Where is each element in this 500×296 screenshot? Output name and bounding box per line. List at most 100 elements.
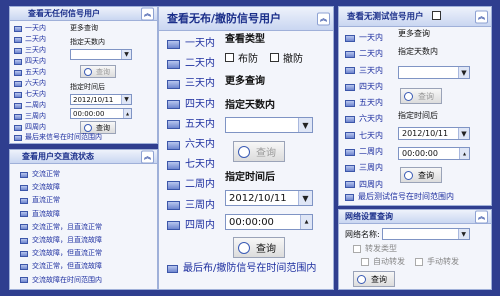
list-item-label: 二周内: [359, 147, 383, 157]
list-item[interactable]: 五天内: [14, 67, 46, 78]
list-item[interactable]: 四天内: [14, 56, 46, 67]
query-days-button[interactable]: 查询: [233, 141, 285, 162]
panel-no-arm-disarm-users: 查看无布/撤防信号用户 ︽ 一天内 二天内 三天内 四天内 五天内 六天内 七天内 二周内 三周…: [158, 6, 334, 290]
list-item-icon: [14, 69, 22, 76]
query-button-label: 查询: [96, 67, 110, 76]
list-item[interactable]: 交流故障，且直流故障: [20, 234, 102, 247]
list-item-label: 交流正常，但直流故障: [32, 262, 102, 271]
collapse-chevron-icon[interactable]: ︽: [317, 12, 330, 25]
list-item[interactable]: 四周内: [167, 216, 215, 236]
list-item[interactable]: 交流故障，但直流正常: [20, 247, 102, 260]
list-item-label: 直流正常: [32, 196, 60, 205]
auto-forward-checkbox[interactable]: [361, 257, 369, 266]
last-signal-in-range[interactable]: 最后来信号在时间范围内: [14, 132, 102, 143]
list-item[interactable]: 五天内: [345, 95, 383, 111]
collapse-chevron-icon[interactable]: ︽: [141, 7, 154, 20]
list-item-icon: [167, 80, 180, 89]
last-signal-in-range[interactable]: 最后测试信号在时间范围内: [345, 191, 454, 203]
view-type-label: 查看类型: [225, 34, 265, 45]
days-select[interactable]: ▼: [225, 117, 313, 133]
list-item[interactable]: 三天内: [167, 74, 215, 94]
list-item[interactable]: 六天内: [14, 78, 46, 89]
list-item-icon: [20, 250, 28, 257]
date-picker[interactable]: 2012/10/11 ▼: [398, 127, 470, 140]
list-item-icon: [20, 237, 28, 244]
list-item-label: 二天内: [185, 58, 215, 70]
query-time-button[interactable]: 查询: [233, 237, 285, 258]
header-checkbox[interactable]: [432, 11, 442, 20]
date-value: 2012/10/11: [229, 193, 287, 204]
list-item-icon: [20, 211, 28, 218]
list-item[interactable]: 四天内: [167, 95, 215, 115]
list-item[interactable]: 四天内: [345, 79, 383, 95]
list-item-label: 交流正常，且直流正常: [32, 222, 102, 231]
collapse-chevron-icon[interactable]: ︽: [141, 150, 154, 163]
list-item-icon: [345, 132, 355, 140]
list-item[interactable]: 直流正常: [20, 194, 102, 207]
list-item-icon: [20, 277, 28, 284]
list-item[interactable]: 二周内: [345, 144, 383, 160]
date-picker[interactable]: 2012/10/11 ▼: [225, 190, 313, 206]
list-item[interactable]: 七天内: [14, 89, 46, 100]
disarm-checkbox[interactable]: [270, 53, 279, 62]
forward-type-checkbox[interactable]: [353, 244, 361, 253]
list-item[interactable]: 七天内: [167, 155, 215, 175]
list-item[interactable]: 三周内: [345, 160, 383, 176]
list-item-label: 交流正常: [32, 170, 60, 178]
list-item[interactable]: 二周内: [14, 100, 46, 111]
list-item[interactable]: 一天内: [345, 30, 383, 46]
query-time-button[interactable]: 查询: [400, 167, 442, 183]
list-item[interactable]: 三周内: [167, 196, 215, 216]
days-select[interactable]: ▼: [398, 66, 470, 79]
list-item[interactable]: 五天内: [167, 115, 215, 135]
list-item[interactable]: 直流故障: [20, 208, 102, 221]
time-picker[interactable]: 00:00:00▲▼: [398, 147, 470, 160]
arm-checkbox[interactable]: [225, 53, 234, 62]
list-item[interactable]: 六天内: [345, 111, 383, 127]
list-item-label: 二周内: [25, 101, 46, 109]
panel-title: 查看无测试信号用户: [347, 12, 424, 22]
collapse-chevron-icon[interactable]: ︽: [475, 210, 488, 223]
range-icon: [14, 134, 22, 141]
list-item-icon: [14, 91, 22, 98]
query-network-button[interactable]: 查询: [353, 271, 395, 287]
list-item[interactable]: 七天内: [345, 128, 383, 144]
list-item[interactable]: 二周内: [167, 175, 215, 195]
list-item[interactable]: 交流故障: [20, 181, 102, 194]
list-item[interactable]: 二天内: [167, 54, 215, 74]
manual-forward-checkbox[interactable]: [415, 257, 423, 266]
query-days-button[interactable]: 查询: [400, 88, 442, 104]
list-item[interactable]: 交流正常，但直流故障: [20, 260, 102, 273]
list-item-label: 直流故障: [32, 209, 60, 218]
list-item[interactable]: 三天内: [345, 63, 383, 79]
list-item[interactable]: 二天内: [14, 34, 46, 45]
time-picker[interactable]: 00:00:00▲▼: [225, 214, 313, 230]
panel-header: 查看无测试信号用户 ︽: [339, 7, 491, 27]
list-item-label: 三天内: [185, 78, 215, 90]
list-item-icon: [345, 67, 355, 75]
network-name-select[interactable]: ▼: [381, 228, 470, 240]
magnifier-icon: [84, 123, 92, 132]
collapse-chevron-icon[interactable]: ︽: [475, 10, 488, 23]
list-item[interactable]: 交流正常: [20, 168, 102, 181]
panel-no-signal-users: 查看无任何信号用户 ︽ 一天内 二天内 三天内 四天内 五天内 六天内 七天内 二周内 三周内四…: [9, 6, 158, 144]
list-item[interactable]: 二天内: [345, 46, 383, 62]
list-item[interactable]: 三天内: [14, 45, 46, 56]
list-item-label: 七天内: [25, 90, 46, 98]
list-item[interactable]: 交流故障在时间范围内: [20, 274, 102, 287]
list-item-label: 六天内: [185, 139, 215, 151]
time-picker[interactable]: 00:00:00▲▼: [70, 108, 132, 119]
range-icon: [167, 265, 178, 273]
list-item[interactable]: 三周内: [14, 111, 46, 122]
date-picker[interactable]: 2012/10/11 ▼: [70, 94, 132, 105]
query-days-button[interactable]: 查询: [80, 65, 116, 78]
days-select[interactable]: ▼: [70, 49, 132, 60]
list-item[interactable]: 交流正常，且直流正常: [20, 221, 102, 234]
forward-mode-row: 自动转发 手动转发: [361, 256, 459, 267]
list-item[interactable]: 六天内: [167, 135, 215, 155]
last-signal-in-range[interactable]: 最后布/撤防信号在时间范围内: [167, 262, 327, 275]
list-item-icon: [345, 165, 355, 173]
list-item[interactable]: 一天内: [167, 34, 215, 54]
list-item[interactable]: 一天内: [14, 23, 46, 34]
days-within-label: 指定天数内: [70, 38, 105, 46]
